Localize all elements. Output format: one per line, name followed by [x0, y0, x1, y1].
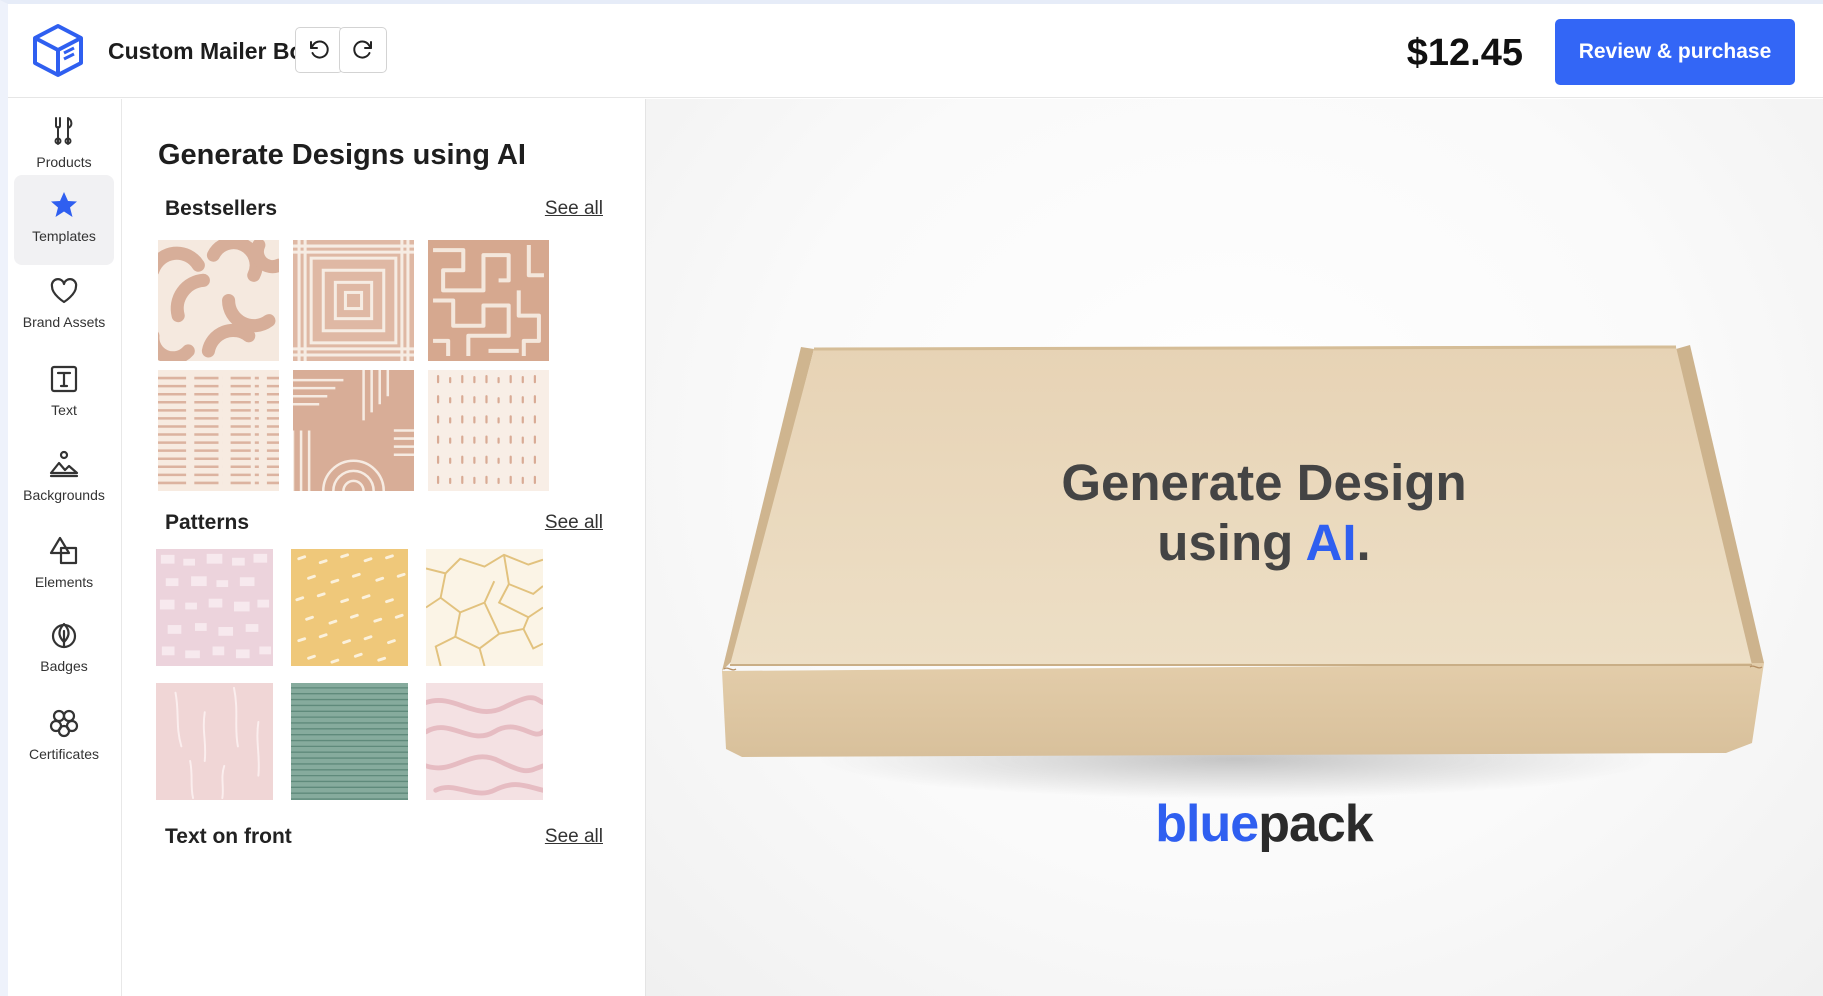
rail-label-certificates: Certificates [28, 746, 100, 762]
rail-label-backgrounds: Backgrounds [23, 487, 105, 503]
rail-label-templates: Templates [32, 228, 96, 244]
pattern-tile[interactable] [291, 683, 408, 800]
landscape-icon [49, 450, 79, 478]
design-panel: Generate Designs using AI Bestsellers Se… [123, 99, 646, 996]
template-tile[interactable] [293, 370, 414, 491]
redo-icon [353, 40, 372, 59]
brand-part2: pack [1258, 795, 1374, 853]
rail-item-backgrounds[interactable]: Backgrounds [14, 434, 114, 524]
tool-rail: Products Templates Brand Assets Text Bac… [8, 99, 122, 996]
tools-icon [54, 117, 73, 145]
pattern-tile[interactable] [426, 549, 543, 666]
template-tile[interactable] [158, 240, 279, 361]
rail-item-text[interactable]: Text [14, 349, 114, 439]
rail-label-brand-assets: Brand Assets [22, 314, 106, 330]
review-purchase-button[interactable]: Review & purchase [1555, 19, 1795, 85]
heart-icon [50, 278, 78, 304]
preview-canvas[interactable]: Generate Design using AI. bluepack [646, 99, 1823, 996]
template-tile[interactable] [428, 240, 549, 361]
rail-label-badges: Badges [40, 658, 88, 674]
rail-label-products: Products [36, 154, 92, 170]
headline-suffix: . [1356, 514, 1371, 571]
rail-item-brand-assets[interactable]: Brand Assets [14, 261, 114, 351]
section-title-patterns: Patterns [165, 511, 250, 534]
text-icon [50, 365, 78, 393]
pattern-tile[interactable] [426, 683, 543, 800]
price-label: $12.45 [1406, 32, 1523, 74]
app-title: Custom Mailer Box [108, 38, 317, 64]
headline-highlight: AI [1305, 514, 1357, 571]
top-bar: Custom Mailer Box $12.45 Review & purcha… [8, 4, 1823, 98]
pattern-tile[interactable] [156, 683, 273, 800]
section-title-text-on-front: Text on front [165, 825, 292, 848]
star-icon [51, 192, 77, 217]
undo-icon [310, 40, 329, 59]
certificate-icon [49, 709, 79, 738]
cube-icon[interactable] [28, 20, 88, 80]
pattern-tile[interactable] [156, 549, 273, 666]
template-tile[interactable] [428, 370, 549, 491]
see-all-text-on-front-link[interactable]: See all [545, 826, 603, 848]
pattern-tile[interactable] [291, 549, 408, 666]
rail-item-certificates[interactable]: Certificates [14, 693, 114, 783]
box-headline-line1: Generate Design [1061, 454, 1467, 511]
redo-button[interactable] [339, 27, 387, 73]
box-headline-line2: using AI. [1046, 513, 1482, 573]
panel-title: Generate Designs using AI [158, 139, 526, 171]
brand-part1: blue [1155, 795, 1259, 853]
brand-wordmark: bluepack [1052, 794, 1476, 854]
undo-button[interactable] [295, 27, 343, 73]
template-tile[interactable] [293, 240, 414, 361]
shapes-icon [49, 536, 78, 565]
template-tile[interactable] [158, 370, 279, 491]
rail-label-elements: Elements [34, 574, 94, 590]
rail-item-badges[interactable]: Badges [14, 605, 114, 695]
headline-prefix: using [1157, 514, 1306, 571]
see-all-patterns-link[interactable]: See all [545, 512, 603, 534]
rail-item-templates[interactable]: Templates [14, 175, 114, 265]
leaf-badge-icon [51, 622, 77, 649]
rail-label-text: Text [51, 402, 77, 418]
rail-item-elements[interactable]: Elements [14, 521, 114, 611]
section-title-bestsellers: Bestsellers [165, 197, 278, 220]
see-all-bestsellers-link[interactable]: See all [545, 198, 603, 220]
